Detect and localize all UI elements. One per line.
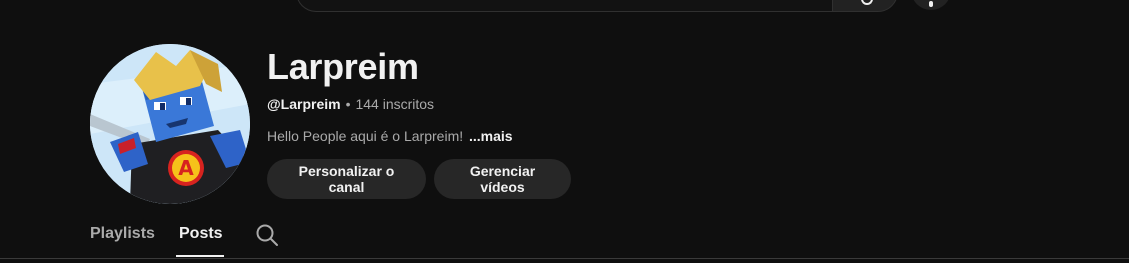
search-input[interactable]: [296, 0, 833, 12]
search-button[interactable]: [832, 0, 898, 12]
manage-videos-button[interactable]: Gerenciar vídeos: [434, 159, 571, 199]
subscriber-count: 144 inscritos: [355, 96, 435, 112]
channel-description[interactable]: Hello People aqui é o Larpreim! ...mais: [267, 128, 513, 144]
search-icon: [861, 0, 873, 5]
channel-name: Larpreim: [267, 46, 419, 87]
microphone-icon: [929, 1, 933, 7]
meta-separator: •: [345, 96, 351, 112]
channel-avatar[interactable]: A: [90, 44, 250, 204]
avatar-illustration: A: [90, 44, 250, 204]
more-link[interactable]: ...mais: [469, 128, 513, 144]
channel-meta: @Larpreim • 144 inscritos: [267, 96, 434, 112]
customize-channel-button[interactable]: Personalizar o canal: [267, 159, 426, 199]
channel-handle: @Larpreim: [267, 96, 341, 112]
description-text: Hello People aqui é o Larpreim!: [267, 128, 464, 144]
voice-search-button[interactable]: [911, 0, 951, 10]
tab-playlists[interactable]: Playlists: [90, 225, 155, 243]
tabs-divider: [0, 258, 1129, 259]
search-icon: [256, 224, 278, 246]
tab-search-button[interactable]: [254, 222, 280, 248]
channel-tabs: Playlists Posts: [0, 215, 1129, 263]
avatar-emblem-letter: A: [178, 156, 194, 180]
active-tab-indicator: [176, 255, 224, 257]
tab-posts[interactable]: Posts: [179, 225, 223, 243]
